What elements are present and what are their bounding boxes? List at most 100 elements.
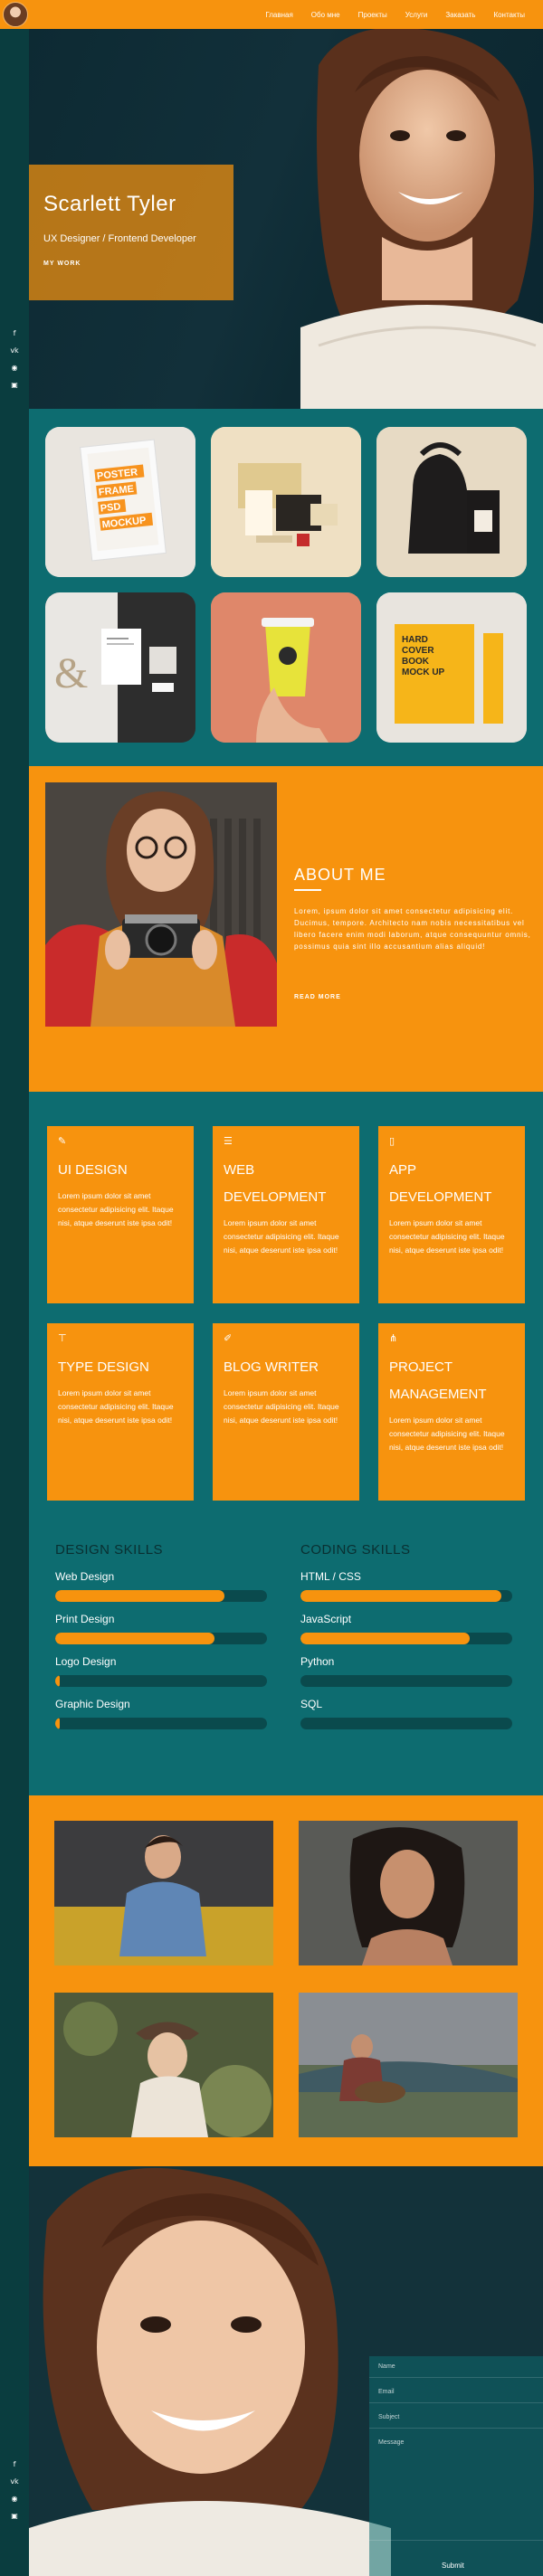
service-text: Lorem ipsum dolor sit amet consectetur a… <box>58 1191 174 1227</box>
nav-item-services[interactable]: Услуги <box>396 11 437 19</box>
portfolio-item[interactable]: & <box>45 592 195 743</box>
brush-icon: ✎ <box>58 1135 67 1147</box>
skill-bar <box>55 1590 267 1602</box>
skill-label: SQL <box>300 1698 323 1710</box>
portfolio-item[interactable]: HARD COVER BOOK MOCK UP <box>376 592 527 743</box>
skill-bar <box>55 1675 267 1687</box>
paint-roller-icon: ⊤ <box>58 1332 67 1344</box>
portfolio-item[interactable] <box>376 427 527 577</box>
portfolio-item[interactable] <box>211 427 361 577</box>
service-title: APP DEVELOPMENT <box>389 1162 492 1205</box>
book-mockup-image: HARD COVER BOOK MOCK UP <box>376 592 527 743</box>
avatar[interactable] <box>3 2 28 27</box>
message-field[interactable]: Message <box>369 2432 543 2541</box>
coding-skills: CODING SKILLS HTML / CSS JavaScript Pyth… <box>300 1542 518 1740</box>
service-text: Lorem ipsum dolor sit amet consectetur a… <box>224 1218 339 1255</box>
facebook-icon[interactable]: f <box>10 329 19 338</box>
instagram-icon[interactable]: ▣ <box>10 381 19 390</box>
skill-label: Python <box>300 1655 335 1668</box>
nav-item-contacts[interactable]: Контакты <box>484 11 534 19</box>
ampersand-text: & <box>54 649 88 697</box>
service-text: Lorem ipsum dolor sit amet consectetur a… <box>389 1218 505 1255</box>
gallery-image[interactable] <box>54 1821 273 1965</box>
service-card-app-development[interactable]: ▯ APP DEVELOPMENT Lorem ipsum dolor sit … <box>378 1126 525 1303</box>
vk-icon[interactable]: vk <box>10 2477 19 2486</box>
poster-text: PSD <box>100 501 121 514</box>
hero-name: Scarlett Tyler <box>43 192 176 216</box>
nav-item-order[interactable]: Заказать <box>436 11 484 19</box>
instagram-icon[interactable]: ▣ <box>10 2512 19 2521</box>
service-title: UI DESIGN <box>58 1162 128 1178</box>
about-section: ABOUT ME Lorem, ipsum dolor sit amet con… <box>29 766 543 1092</box>
service-card-ui-design[interactable]: ✎ UI DESIGN Lorem ipsum dolor sit amet c… <box>47 1126 194 1303</box>
portfolio-item[interactable]: POSTER FRAME PSD MOCKUP <box>45 427 195 577</box>
poster-frame-mockup-image: POSTER FRAME PSD MOCKUP <box>45 427 195 577</box>
read-more-link[interactable]: READ MORE <box>294 994 341 1000</box>
skill-bar-fill <box>300 1633 471 1644</box>
service-card-blog-writer[interactable]: ✐ BLOG WRITER Lorem ipsum dolor sit amet… <box>213 1323 359 1501</box>
facebook-icon[interactable]: f <box>10 2460 19 2469</box>
social-links-top: f vk ◉ ▣ <box>0 329 29 390</box>
coffee-cup-mockup-image <box>211 592 361 743</box>
about-divider <box>294 889 321 891</box>
book-cover-text: MOCK UP <box>402 668 445 677</box>
service-card-web-development[interactable]: ☰ WEB DEVELOPMENT Lorem ipsum dolor sit … <box>213 1126 359 1303</box>
submit-button[interactable]: Submit <box>369 2554 543 2576</box>
service-text: Lorem ipsum dolor sit amet consectetur a… <box>224 1388 339 1425</box>
list-icon: ☰ <box>224 1135 233 1147</box>
skill-item: Web Design <box>55 1570 272 1602</box>
portfolio-item[interactable] <box>211 592 361 743</box>
service-title: PROJECT MANAGEMENT <box>389 1359 487 1402</box>
service-title: BLOG WRITER <box>224 1359 319 1375</box>
left-sidebar: f vk ◉ ▣ f vk ◉ ▣ <box>0 29 29 2576</box>
contact-section: Name Email Subject Message Submit <box>29 2166 543 2576</box>
skill-label: Web Design <box>55 1570 115 1583</box>
nav-item-about[interactable]: Обо мне <box>302 11 349 19</box>
nav-item-home[interactable]: Главная <box>256 11 301 19</box>
gallery-section <box>29 1795 543 2166</box>
odnoklassniki-icon[interactable]: ◉ <box>10 2495 19 2504</box>
skill-bar <box>55 1718 267 1729</box>
skill-bar <box>300 1718 512 1729</box>
service-text: Lorem ipsum dolor sit amet consectetur a… <box>389 1416 505 1452</box>
service-title: WEB DEVELOPMENT <box>224 1162 327 1205</box>
email-field[interactable]: Email <box>369 2382 543 2403</box>
mobile-icon: ▯ <box>389 1135 395 1147</box>
social-links-bottom: f vk ◉ ▣ <box>0 2460 29 2521</box>
hero-portrait-image <box>300 29 543 409</box>
skill-bar <box>300 1590 512 1602</box>
about-title: ABOUT ME <box>294 866 386 884</box>
design-skills: DESIGN SKILLS Web Design Print Design Lo… <box>55 1542 272 1740</box>
skill-label: HTML / CSS <box>300 1570 361 1583</box>
subject-field[interactable]: Subject <box>369 2407 543 2429</box>
my-work-link[interactable]: MY WORK <box>43 260 219 267</box>
skill-label: JavaScript <box>300 1613 352 1625</box>
vk-icon[interactable]: vk <box>10 346 19 355</box>
skill-item: Graphic Design <box>55 1698 272 1729</box>
service-card-type-design[interactable]: ⊤ TYPE DESIGN Lorem ipsum dolor sit amet… <box>47 1323 194 1501</box>
service-card-project-management[interactable]: ⋔ PROJECT MANAGEMENT Lorem ipsum dolor s… <box>378 1323 525 1501</box>
skill-label: Logo Design <box>55 1655 117 1668</box>
gallery-image[interactable] <box>299 1993 518 2137</box>
nav-item-projects[interactable]: Проекты <box>349 11 396 19</box>
name-field[interactable]: Name <box>369 2356 543 2378</box>
skill-label: Graphic Design <box>55 1698 130 1710</box>
sitemap-icon: ⋔ <box>389 1332 398 1344</box>
skill-bar-fill <box>55 1633 214 1644</box>
portfolio-section: POSTER FRAME PSD MOCKUP & HARD COVER BOO… <box>29 409 543 766</box>
service-text: Lorem ipsum dolor sit amet consectetur a… <box>58 1388 174 1425</box>
odnoklassniki-icon[interactable]: ◉ <box>10 364 19 373</box>
skill-bar-fill <box>300 1590 502 1602</box>
main-nav: Главная Обо мне Проекты Услуги Заказать … <box>256 0 534 29</box>
skill-bar <box>300 1675 512 1687</box>
skill-item: SQL <box>300 1698 518 1729</box>
gallery-image[interactable] <box>54 1993 273 2137</box>
skill-label: Print Design <box>55 1613 115 1625</box>
service-title: TYPE DESIGN <box>58 1359 149 1375</box>
skill-item: Logo Design <box>55 1655 272 1687</box>
skill-item: Print Design <box>55 1613 272 1644</box>
gallery-image[interactable] <box>299 1821 518 1965</box>
branding-mockup-image: & <box>45 592 195 743</box>
skill-item: Python <box>300 1655 518 1687</box>
book-cover-text: HARD <box>402 635 428 645</box>
